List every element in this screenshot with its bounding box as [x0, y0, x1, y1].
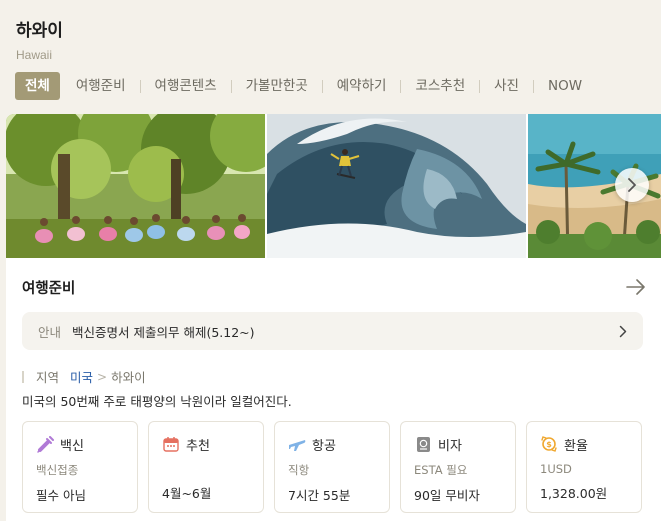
gallery-next-button[interactable]	[615, 168, 649, 202]
info-card-title: 항공	[312, 438, 336, 454]
calendar-icon	[162, 435, 180, 453]
region-current: 하와이	[111, 370, 146, 385]
destination-description: 미국의 50번째 주로 태평양의 낙원이라 일컬어진다.	[22, 394, 292, 409]
tab-photos[interactable]: 사진	[494, 72, 519, 100]
travel-card: 여행준비 안내 백신증명서 제출의무 해제(5.12~) 지역 미국 > 하와이…	[6, 114, 661, 521]
info-card-value: 1,328.00원	[540, 486, 608, 501]
tab-divider	[321, 79, 323, 93]
tab-divider	[400, 79, 402, 93]
info-card-value: 7시간 55분	[288, 488, 351, 503]
region-country-link[interactable]: 미국	[70, 367, 93, 386]
tab-now[interactable]: NOW	[548, 72, 582, 100]
tab-divider	[139, 79, 141, 93]
info-card-sub: 1USD	[540, 462, 572, 476]
exchange-icon: $	[540, 435, 558, 453]
chevron-right-icon	[628, 178, 636, 192]
svg-text:$: $	[546, 440, 552, 449]
tab-travel-prep[interactable]: 여행준비	[76, 72, 126, 100]
region-label: 지역	[36, 370, 60, 385]
header: 하와이 Hawaii	[16, 16, 63, 62]
info-card-sub: 직항	[288, 463, 310, 477]
info-card-title: 환율	[564, 438, 588, 454]
info-card-title: 백신	[60, 438, 84, 454]
notice-banner[interactable]: 안내 백신증명서 제출의무 해제(5.12~)	[22, 312, 643, 350]
notice-text: 백신증명서 제출의무 해제(5.12~)	[72, 324, 255, 340]
info-card-title: 비자	[438, 438, 462, 454]
info-cards: 백신 백신접종 필수 아님 추천 4월~6월 항공 직항 7시간 55분 비자 …	[22, 421, 642, 513]
photo-gallery	[6, 114, 661, 258]
info-card-sub: ESTA 필요	[414, 463, 468, 477]
info-card-value: 필수 아님	[36, 488, 86, 503]
tab-bar: 전체 여행준비 여행콘텐츠 가볼만한곳 예약하기 코스추천 사진 NOW	[15, 72, 582, 100]
tab-all[interactable]: 전체	[15, 72, 60, 100]
info-card-value: 90일 무비자	[414, 488, 480, 503]
info-card-value: 4월~6월	[162, 486, 212, 501]
info-card-sub: 백신접종	[36, 463, 79, 477]
photo-wave-surfer[interactable]	[267, 114, 526, 258]
notice-label: 안내	[38, 324, 62, 340]
passport-icon	[414, 435, 432, 453]
region-divider	[22, 370, 24, 383]
info-card-recommend[interactable]: 추천 4월~6월	[148, 421, 264, 513]
photo-hula-dancers[interactable]	[6, 114, 265, 258]
page-title: 하와이	[16, 21, 63, 41]
tab-divider	[479, 79, 481, 93]
tab-divider	[532, 79, 534, 93]
info-card-title: 추천	[186, 438, 210, 454]
info-card-visa[interactable]: 비자 ESTA 필요 90일 무비자	[400, 421, 516, 513]
chevron-right-icon	[619, 325, 627, 337]
syringe-icon	[36, 435, 54, 453]
airplane-icon	[288, 435, 306, 453]
info-card-exchange[interactable]: $ 환율 1USD 1,328.00원	[526, 421, 642, 513]
info-card-flight[interactable]: 항공 직항 7시간 55분	[274, 421, 390, 513]
tab-travel-content[interactable]: 여행콘텐츠	[155, 72, 217, 100]
page-subtitle: Hawaii	[16, 48, 53, 62]
breadcrumb-chevron-icon: >	[97, 369, 108, 384]
tab-course[interactable]: 코스추천	[415, 72, 465, 100]
tab-booking[interactable]: 예약하기	[337, 72, 387, 100]
tab-attractions[interactable]: 가볼만한곳	[246, 72, 308, 100]
tab-divider	[230, 79, 232, 93]
section-title: 여행준비	[22, 280, 76, 297]
region-breadcrumb: 지역 미국 > 하와이	[22, 367, 146, 386]
section-header: 여행준비	[22, 276, 646, 298]
info-card-vaccine[interactable]: 백신 백신접종 필수 아님	[22, 421, 138, 513]
arrow-right-icon[interactable]	[626, 279, 646, 295]
info-card-sub	[162, 462, 263, 476]
